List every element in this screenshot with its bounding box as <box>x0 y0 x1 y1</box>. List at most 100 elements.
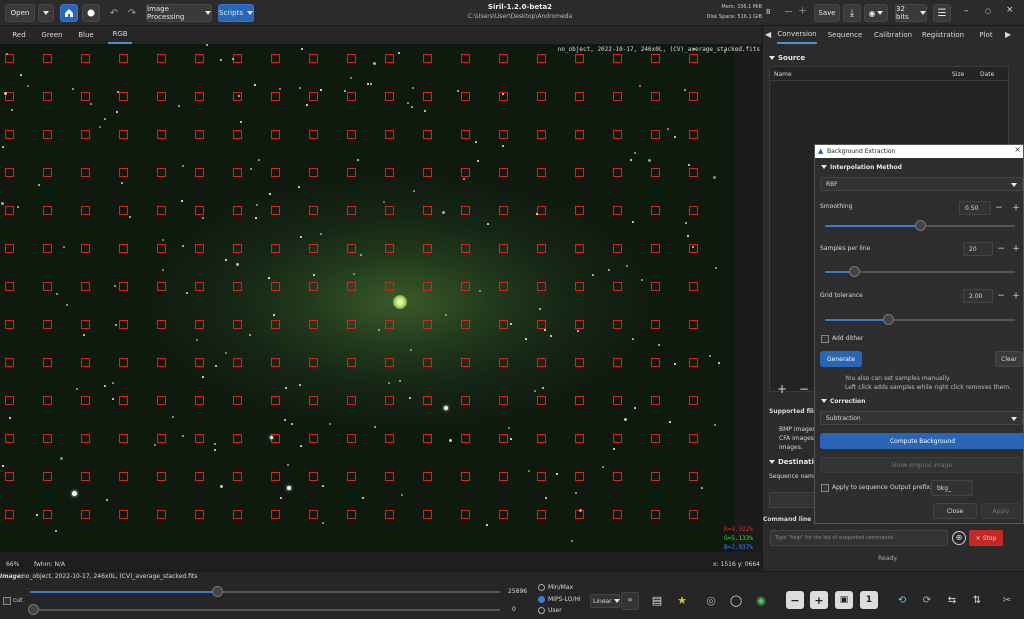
background-sample-marker[interactable] <box>423 92 432 101</box>
max-slider-thumb[interactable] <box>212 586 223 597</box>
tab-conversion[interactable]: Conversion <box>777 26 817 44</box>
apply-button[interactable]: Apply <box>981 503 1021 519</box>
image-viewer[interactable] <box>0 44 734 552</box>
background-sample-marker[interactable] <box>157 54 166 63</box>
background-sample-marker[interactable] <box>537 206 546 215</box>
background-sample-marker[interactable] <box>651 510 660 519</box>
cut-checkbox[interactable] <box>3 597 11 605</box>
background-sample-marker[interactable] <box>233 168 242 177</box>
background-sample-marker[interactable] <box>119 396 128 405</box>
background-sample-marker[interactable] <box>309 206 318 215</box>
background-sample-marker[interactable] <box>233 434 242 443</box>
background-sample-marker[interactable] <box>195 282 204 291</box>
tab-plot[interactable]: Plot <box>975 26 997 44</box>
dither-checkbox[interactable] <box>821 335 829 343</box>
crop-button[interactable]: ✂ <box>998 591 1016 609</box>
background-sample-marker[interactable] <box>461 54 470 63</box>
recent-dropdown-button[interactable] <box>38 4 54 22</box>
background-sample-marker[interactable] <box>499 168 508 177</box>
min-slider[interactable] <box>30 609 500 611</box>
background-sample-marker[interactable] <box>119 358 128 367</box>
background-sample-marker[interactable] <box>385 472 394 481</box>
background-sample-marker[interactable] <box>423 358 432 367</box>
background-sample-marker[interactable] <box>195 130 204 139</box>
background-sample-marker[interactable] <box>423 320 432 329</box>
background-sample-marker[interactable] <box>461 396 470 405</box>
compute-background-button[interactable]: Compute Background <box>820 433 1024 449</box>
background-sample-marker[interactable] <box>461 358 470 367</box>
background-sample-marker[interactable] <box>613 358 622 367</box>
background-sample-marker[interactable] <box>347 472 356 481</box>
background-sample-marker[interactable] <box>119 168 128 177</box>
tab-rgb[interactable]: RGB <box>108 26 132 44</box>
main-menu-button[interactable]: ☰ <box>933 4 951 22</box>
background-sample-marker[interactable] <box>499 320 508 329</box>
background-sample-marker[interactable] <box>499 472 508 481</box>
background-sample-marker[interactable] <box>233 206 242 215</box>
tolerance-increase-button[interactable]: + <box>1010 290 1022 302</box>
zoom-in-tool-button[interactable]: + <box>810 591 828 609</box>
correction-section[interactable]: Correction <box>821 398 865 405</box>
background-sample-marker[interactable] <box>309 92 318 101</box>
output-prefix-input[interactable]: bkg_ <box>931 480 973 496</box>
background-sample-marker[interactable] <box>575 244 584 253</box>
zoom-one-button[interactable]: 1 <box>860 591 878 609</box>
background-sample-marker[interactable] <box>651 206 660 215</box>
background-sample-marker[interactable] <box>347 320 356 329</box>
background-sample-marker[interactable] <box>651 434 660 443</box>
background-sample-marker[interactable] <box>271 396 280 405</box>
open-button[interactable]: Open <box>5 4 35 22</box>
background-sample-marker[interactable] <box>689 396 698 405</box>
background-sample-marker[interactable] <box>575 130 584 139</box>
background-sample-marker[interactable] <box>461 168 470 177</box>
annotate-button[interactable]: ◯ <box>727 591 745 609</box>
background-sample-marker[interactable] <box>5 510 14 519</box>
background-sample-marker[interactable] <box>575 92 584 101</box>
zoom-value[interactable]: 8 <box>766 8 770 16</box>
background-sample-marker[interactable] <box>271 472 280 481</box>
background-sample-marker[interactable] <box>537 510 546 519</box>
background-sample-marker[interactable] <box>195 472 204 481</box>
background-sample-marker[interactable] <box>689 282 698 291</box>
background-sample-marker[interactable] <box>157 206 166 215</box>
add-files-button[interactable]: + <box>777 382 787 396</box>
column-name[interactable]: Name <box>774 71 792 78</box>
background-sample-marker[interactable] <box>423 54 432 63</box>
background-sample-marker[interactable] <box>423 244 432 253</box>
background-sample-marker[interactable] <box>43 510 52 519</box>
close-icon[interactable]: × <box>1014 145 1021 154</box>
background-sample-marker[interactable] <box>689 206 698 215</box>
background-sample-marker[interactable] <box>5 320 14 329</box>
background-sample-marker[interactable] <box>575 358 584 367</box>
background-sample-marker[interactable] <box>347 510 356 519</box>
smoothing-decrease-button[interactable]: − <box>993 202 1005 214</box>
background-sample-marker[interactable] <box>385 396 394 405</box>
histogram-tool-button[interactable]: ▤ <box>648 591 666 609</box>
background-sample-marker[interactable] <box>43 396 52 405</box>
background-sample-marker[interactable] <box>43 244 52 253</box>
smoothing-increase-button[interactable]: + <box>1010 202 1022 214</box>
background-sample-marker[interactable] <box>309 472 318 481</box>
background-sample-marker[interactable] <box>119 282 128 291</box>
background-sample-marker[interactable] <box>385 434 394 443</box>
background-sample-marker[interactable] <box>195 168 204 177</box>
generate-button[interactable]: Generate <box>820 351 862 367</box>
photometry-button[interactable]: ★ <box>673 591 691 609</box>
background-sample-marker[interactable] <box>651 244 660 253</box>
background-sample-marker[interactable] <box>499 54 508 63</box>
background-sample-marker[interactable] <box>271 244 280 253</box>
background-sample-marker[interactable] <box>271 282 280 291</box>
background-sample-marker[interactable] <box>651 168 660 177</box>
tab-scroll-right[interactable]: ▶ <box>1005 30 1011 39</box>
show-original-button[interactable]: Show original image <box>820 457 1023 473</box>
background-sample-marker[interactable] <box>309 320 318 329</box>
background-sample-marker[interactable] <box>119 320 128 329</box>
background-sample-marker[interactable] <box>613 92 622 101</box>
radio-minmax[interactable]: Min/Max <box>538 584 573 591</box>
background-sample-marker[interactable] <box>195 206 204 215</box>
background-sample-marker[interactable] <box>575 282 584 291</box>
background-sample-marker[interactable] <box>499 130 508 139</box>
background-sample-marker[interactable] <box>5 168 14 177</box>
background-sample-marker[interactable] <box>613 168 622 177</box>
background-sample-marker[interactable] <box>461 510 470 519</box>
